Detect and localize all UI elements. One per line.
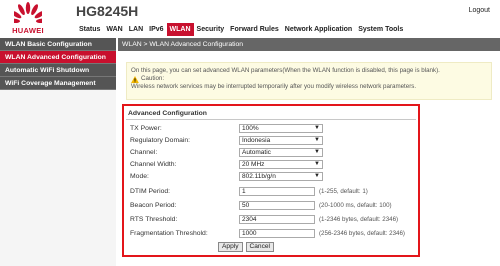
- chevron-down-icon: ▼: [314, 136, 320, 143]
- caution-text: Wireless network services may be interru…: [131, 83, 417, 90]
- sidebar-item-wlan-basic[interactable]: WLAN Basic Configuration: [0, 38, 116, 51]
- rts-threshold-input[interactable]: 2304: [239, 214, 315, 224]
- beacon-period-hint: (20-1000 ms, default: 100): [319, 201, 392, 209]
- channel-label: Channel:: [130, 148, 158, 156]
- mode-select[interactable]: 802.11b/g/n ▼: [239, 171, 323, 181]
- huawei-logo-icon: [14, 2, 42, 24]
- button-row: Apply Cancel: [218, 242, 275, 252]
- fragmentation-threshold-hint: (256-2346 bytes, default: 2346): [319, 229, 405, 237]
- device-model: HG8245H: [76, 3, 139, 19]
- regulatory-domain-value: Indonesia: [242, 136, 271, 144]
- chevron-down-icon: ▼: [314, 148, 320, 155]
- nav-system-tools[interactable]: System Tools: [355, 23, 406, 36]
- info-text: On this page, you can set advanced WLAN …: [131, 67, 440, 74]
- tx-power-select[interactable]: 100% ▼: [239, 123, 323, 133]
- nav-status[interactable]: Status: [76, 23, 103, 36]
- section-divider: [126, 119, 416, 120]
- chevron-down-icon: ▼: [314, 124, 320, 131]
- nav-ipv6[interactable]: IPv6: [146, 23, 166, 36]
- caution-row: Caution:: [131, 75, 487, 83]
- channel-width-value: 20 MHz: [242, 160, 265, 168]
- sidebar-item-wifi-shutdown[interactable]: Automatic WiFi Shutdown: [0, 64, 116, 77]
- chevron-down-icon: ▼: [314, 160, 320, 167]
- dtim-period-label: DTIM Period:: [130, 187, 171, 195]
- tx-power-value: 100%: [242, 124, 259, 132]
- dtim-period-row: DTIM Period: 1 (1-255, default: 1): [127, 185, 417, 197]
- fragmentation-threshold-input[interactable]: 1000: [239, 228, 315, 238]
- mode-label: Mode:: [130, 172, 149, 180]
- channel-width-select[interactable]: 20 MHz ▼: [239, 159, 323, 169]
- info-box: On this page, you can set advanced WLAN …: [126, 62, 492, 100]
- beacon-period-input[interactable]: 50: [239, 200, 315, 210]
- dtim-period-hint: (1-255, default: 1): [319, 187, 368, 195]
- rts-threshold-hint: (1-2346 bytes, default: 2346): [319, 215, 399, 223]
- nav-wan[interactable]: WAN: [103, 23, 125, 36]
- main-nav: Status WAN LAN IPv6 WLAN Security Forwar…: [76, 23, 406, 36]
- nav-wlan[interactable]: WLAN: [166, 23, 194, 36]
- regulatory-domain-select[interactable]: Indonesia ▼: [239, 135, 323, 145]
- cancel-button[interactable]: Cancel: [245, 242, 275, 252]
- dtim-period-input[interactable]: 1: [239, 186, 315, 196]
- caution-label: Caution:: [141, 75, 165, 82]
- header: HUAWEI HG8245H Logout Status WAN LAN IPv…: [0, 0, 500, 38]
- regulatory-domain-label: Regulatory Domain:: [130, 136, 191, 144]
- breadcrumb: WLAN > WLAN Advanced Configuration: [118, 38, 500, 51]
- beacon-period-label: Beacon Period:: [130, 201, 177, 209]
- logo-text: HUAWEI: [12, 26, 44, 35]
- rts-threshold-label: RTS Threshold:: [130, 215, 178, 223]
- tx-power-row: TX Power: 100% ▼: [127, 122, 417, 134]
- nav-lan[interactable]: LAN: [126, 23, 146, 36]
- nav-network-application[interactable]: Network Application: [282, 23, 355, 36]
- sidebar: WLAN Basic Configuration WLAN Advanced C…: [0, 38, 116, 266]
- fragmentation-threshold-row: Fragmentation Threshold: 1000 (256-2346 …: [127, 227, 417, 239]
- apply-button[interactable]: Apply: [218, 242, 243, 252]
- channel-value: Automatic: [242, 148, 271, 156]
- channel-width-label: Channel Width:: [130, 160, 177, 168]
- channel-row: Channel: Automatic ▼: [127, 146, 417, 158]
- sidebar-item-wlan-advanced[interactable]: WLAN Advanced Configuration: [0, 51, 116, 64]
- nav-forward-rules[interactable]: Forward Rules: [227, 23, 282, 36]
- section-title: Advanced Configuration: [128, 110, 207, 117]
- regulatory-domain-row: Regulatory Domain: Indonesia ▼: [127, 134, 417, 146]
- rts-threshold-row: RTS Threshold: 2304 (1-2346 bytes, defau…: [127, 213, 417, 225]
- logout-link[interactable]: Logout: [469, 7, 490, 14]
- huawei-logo: HUAWEI: [4, 2, 52, 36]
- tx-power-label: TX Power:: [130, 124, 162, 132]
- warning-icon: [131, 75, 139, 83]
- mode-value: 802.11b/g/n: [242, 172, 276, 180]
- mode-row: Mode: 802.11b/g/n ▼: [127, 170, 417, 182]
- nav-security[interactable]: Security: [194, 23, 228, 36]
- channel-select[interactable]: Automatic ▼: [239, 147, 323, 157]
- beacon-period-row: Beacon Period: 50 (20-1000 ms, default: …: [127, 199, 417, 211]
- sidebar-item-wifi-coverage[interactable]: WiFi Coverage Management: [0, 77, 116, 90]
- fragmentation-threshold-label: Fragmentation Threshold:: [130, 229, 208, 237]
- channel-width-row: Channel Width: 20 MHz ▼: [127, 158, 417, 170]
- chevron-down-icon: ▼: [314, 172, 320, 179]
